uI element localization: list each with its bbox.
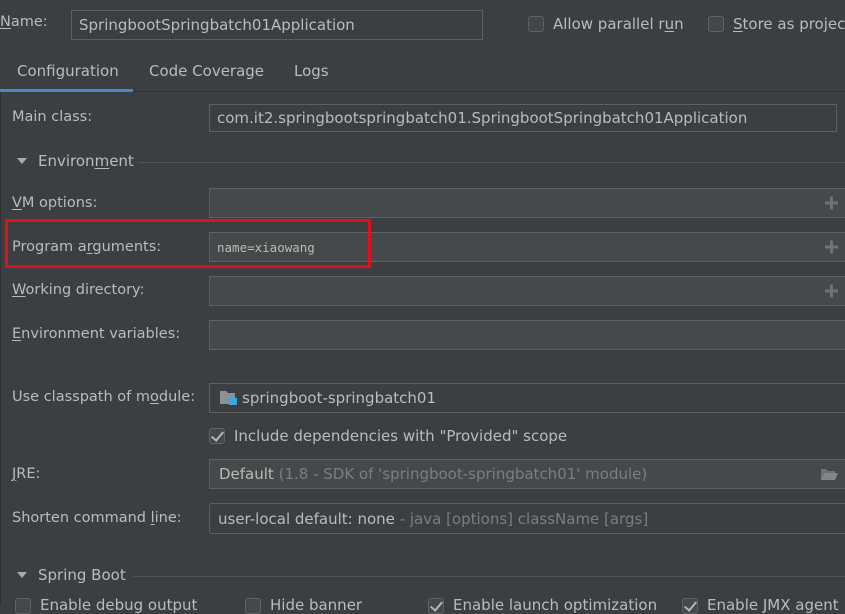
name-label: Name: [0,14,48,30]
tab-logs[interactable]: Logs [294,62,329,80]
enable-launch-optimization-checkbox[interactable] [428,598,444,614]
hide-banner-checkbox[interactable] [245,598,261,614]
active-tab-indicator [0,89,133,92]
tab-code-coverage[interactable]: Code Coverage [149,62,264,80]
hide-banner-label: Hide banner [270,596,363,614]
jre-dropdown[interactable]: Default (1.8 - SDK of 'springboot-spring… [209,459,845,489]
environment-section-label[interactable]: Environment [38,152,134,170]
store-as-project-checkbox[interactable] [708,16,724,32]
shorten-command-line-value: user-local default: none [218,509,395,528]
jre-value: Default [219,465,274,483]
enable-jmx-agent-label: Enable JMX agent [707,596,839,614]
environment-collapse-icon[interactable] [17,158,27,164]
browse-folder-icon[interactable] [820,467,838,481]
expand-plus-icon[interactable] [825,284,838,298]
spring-boot-section-divider [133,576,845,577]
vm-options-label: VM options: [12,195,98,211]
environment-variables-label: Environment variables: [12,326,181,342]
tab-configuration[interactable]: Configuration [17,62,119,80]
working-directory-input[interactable] [209,276,845,306]
module-folder-icon [219,390,239,406]
store-as-project-label: Store as project file [733,15,845,33]
spring-boot-collapse-icon[interactable] [17,572,27,578]
jre-label: JRE: [12,466,41,482]
shorten-command-line-dropdown[interactable]: user-local default: none - java [options… [209,503,845,534]
enable-debug-output-checkbox[interactable] [15,598,31,614]
main-class-label: Main class: [12,109,93,125]
expand-plus-icon[interactable] [825,196,838,210]
name-label-text: ame: [10,14,48,30]
shorten-command-line-label: Shorten command line: [12,510,182,526]
panel-left-border [0,92,1,605]
include-provided-checkbox[interactable] [209,428,225,444]
working-directory-label: Working directory: [12,282,145,298]
name-input[interactable]: SpringbootSpringbatch01Application [71,10,483,40]
enable-launch-optimization-label: Enable launch optimization [453,596,658,614]
include-provided-label: Include dependencies with "Provided" sco… [234,427,568,445]
enable-debug-output-label: Enable debug output [40,596,198,614]
environment-section-divider [138,162,845,163]
main-class-input[interactable]: com.it2.springbootspringbatch01.Springbo… [209,104,837,132]
name-label-mnemonic: N [0,14,11,30]
allow-parallel-run-label: Allow parallel run [553,15,684,33]
shorten-command-line-hint: - java [options] className [args] [399,509,649,528]
spring-boot-section-label[interactable]: Spring Boot [38,566,126,584]
name-value: SpringbootSpringbatch01Application [79,16,355,34]
expand-plus-icon[interactable] [825,240,838,254]
tab-divider [133,91,845,92]
environment-variables-input[interactable] [209,320,845,350]
allow-parallel-run-checkbox[interactable] [528,16,544,32]
main-class-value: com.it2.springbootspringbatch01.Springbo… [217,109,748,127]
jre-hint: (1.8 - SDK of 'springboot-springbatch01'… [278,465,648,483]
classpath-module-label: Use classpath of module: [12,389,196,405]
classpath-module-value: springboot-springbatch01 [242,389,437,407]
enable-jmx-agent-checkbox[interactable] [682,598,698,614]
classpath-module-dropdown[interactable]: springboot-springbatch01 [209,383,845,413]
vm-options-input[interactable] [209,188,845,218]
highlight-box [5,219,371,268]
